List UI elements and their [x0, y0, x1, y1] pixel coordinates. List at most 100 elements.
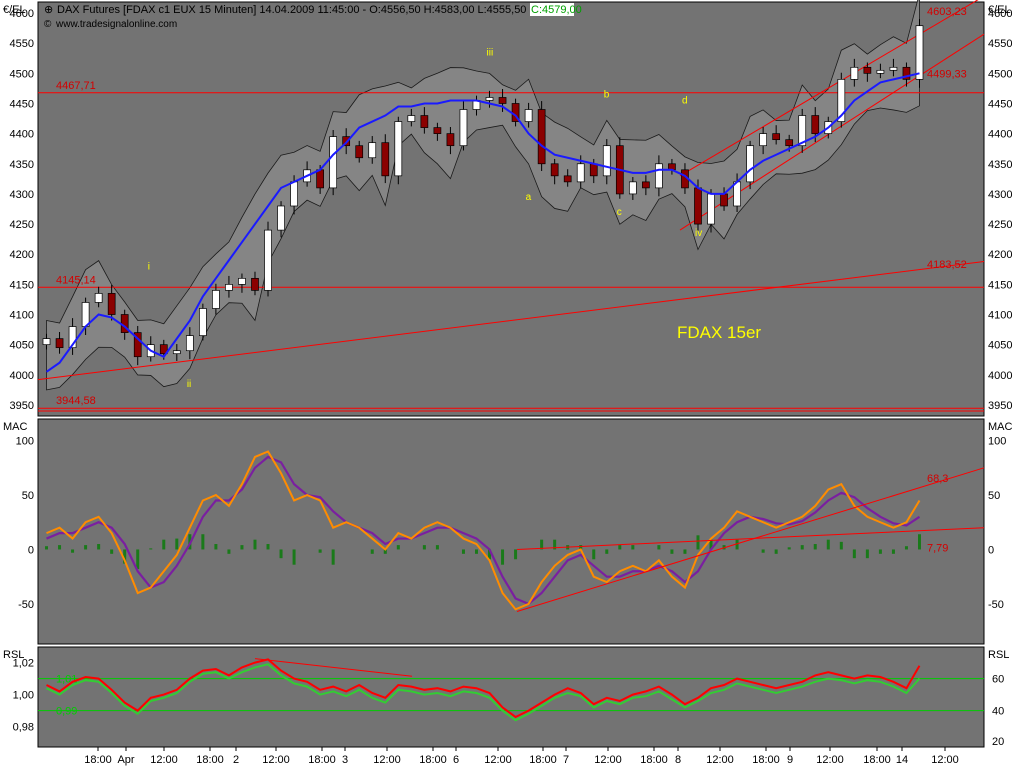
- chart-caption: FDAX 15er: [677, 323, 761, 342]
- candle-body: [485, 97, 494, 101]
- rsl-tick-right: 20: [992, 736, 1004, 748]
- rsl-tick-left: 1,00: [13, 690, 34, 702]
- candle-body: [772, 133, 781, 141]
- candle-body: [746, 145, 754, 183]
- wave-label-d: d: [682, 95, 688, 106]
- price-tick-right: 4300: [988, 189, 1012, 201]
- price-tick-left: 4350: [10, 159, 34, 171]
- x-tick-label: 12:00: [816, 754, 844, 766]
- macd-tick-right: 100: [988, 436, 1006, 448]
- wave-label-ii: ii: [187, 379, 191, 390]
- wave-label-iii: iii: [487, 47, 494, 58]
- price-tick-right: 4350: [988, 159, 1012, 171]
- macd-axis-title-right: MAC: [988, 421, 1013, 433]
- price-tick-right: 4050: [988, 340, 1012, 352]
- rsl-tick-left: 0,98: [13, 722, 34, 734]
- price-tick-left: 4200: [10, 249, 34, 261]
- last-price: C:4579,00: [531, 4, 582, 16]
- chart-window: 4467,71 4145,14 3944,58 4603,23 4499,33 4183,…: [0, 0, 1024, 768]
- macd-axis-title-left: MAC: [3, 421, 28, 433]
- candle-body: [850, 66, 859, 80]
- candle-body: [811, 115, 820, 134]
- price-tick-right: 4500: [988, 68, 1012, 80]
- x-tick-label: 2: [233, 754, 239, 766]
- candle-body: [876, 69, 885, 74]
- wave-label-iv: iv: [695, 228, 702, 239]
- candle-icon: ⊕: [44, 4, 53, 16]
- candle-body: [407, 115, 416, 122]
- wave-label-c: c: [617, 207, 622, 218]
- candle-body: [694, 187, 702, 225]
- trendline-value-label: 4183,52: [927, 259, 967, 271]
- chart-canvas: 4467,71 4145,14 3944,58 4603,23 4499,33 4183,…: [3, 0, 1013, 766]
- trendline-value-label: 4499,33: [927, 69, 967, 81]
- candle-body: [238, 277, 246, 285]
- level-label: 4467,71: [56, 80, 96, 92]
- wave-label-i: i: [148, 261, 150, 272]
- x-tick-label: 12:00: [262, 754, 290, 766]
- candle-body: [707, 193, 715, 225]
- candle-body: [759, 133, 767, 147]
- candle-body: [524, 109, 533, 122]
- rsl-panel: [37, 646, 985, 748]
- instrument-title: DAX Futures [FDAX c1 EUX 15 Minuten] 14.…: [57, 4, 526, 16]
- candle-body: [785, 139, 794, 147]
- candle-body: [107, 293, 116, 315]
- rsl-axis-title-right: RSL: [988, 649, 1009, 661]
- x-tick-label: 12:00: [373, 754, 401, 766]
- x-tick-label: 6: [453, 754, 459, 766]
- x-tick-label: 18:00: [84, 754, 112, 766]
- candle-body: [537, 109, 546, 165]
- candle-body: [550, 163, 559, 177]
- price-tick-left: 4150: [10, 279, 34, 291]
- candle-body: [277, 205, 285, 231]
- x-tick-label: 18:00: [196, 754, 224, 766]
- candle-body: [563, 175, 572, 183]
- macd-tick-left: -50: [18, 599, 34, 611]
- x-tick-label: 14: [896, 754, 908, 766]
- x-tick-label: 9: [787, 754, 793, 766]
- candle-body: [172, 350, 181, 355]
- price-tick-right: 4200: [988, 249, 1012, 261]
- candle-body: [42, 338, 51, 346]
- candle-body: [225, 284, 233, 291]
- price-tick-left: 4500: [10, 68, 34, 80]
- candle-body: [446, 133, 455, 147]
- candle-body: [368, 142, 377, 159]
- price-tick-right: 4250: [988, 219, 1012, 231]
- trendline-value-label: 4603,23: [927, 6, 967, 18]
- candle-body: [251, 277, 259, 291]
- candle-body: [94, 293, 103, 303]
- candle-body: [420, 115, 429, 128]
- macd-tick-left: 0: [28, 544, 34, 556]
- x-tick-label: 12:00: [484, 754, 512, 766]
- price-tick-left: 4300: [10, 189, 34, 201]
- wave-label-a: a: [526, 192, 532, 203]
- candle-body: [498, 97, 507, 104]
- rsl-axis-title-left: RSL: [3, 649, 24, 661]
- x-tick-label: 12:00: [931, 754, 959, 766]
- candle-body: [199, 308, 207, 336]
- macd-panel: [37, 418, 985, 645]
- x-tick-label: 12:00: [150, 754, 178, 766]
- price-axis-title-left: €/EL: [3, 4, 26, 16]
- macd-tick-left: 100: [16, 436, 34, 448]
- candle-body: [576, 163, 585, 183]
- candle-body: [55, 338, 64, 349]
- candle-body: [863, 66, 872, 74]
- price-tick-left: 4550: [10, 38, 34, 50]
- price-tick-left: 4400: [10, 129, 34, 141]
- level-label: 3944,58: [56, 395, 96, 407]
- candle-body: [394, 121, 403, 177]
- candle-body: [290, 181, 298, 207]
- candle-body: [433, 127, 442, 134]
- price-tick-right: 4000: [988, 370, 1012, 382]
- macd-value-label: 7,79: [927, 543, 948, 555]
- rsl-tick-right: 60: [992, 674, 1004, 686]
- x-tick-label: 18:00: [640, 754, 668, 766]
- candle-body: [602, 145, 611, 177]
- candle-body: [381, 142, 390, 177]
- x-tick-label: 3: [342, 754, 348, 766]
- macd-tick-right: -50: [988, 599, 1004, 611]
- candle-body: [264, 229, 272, 291]
